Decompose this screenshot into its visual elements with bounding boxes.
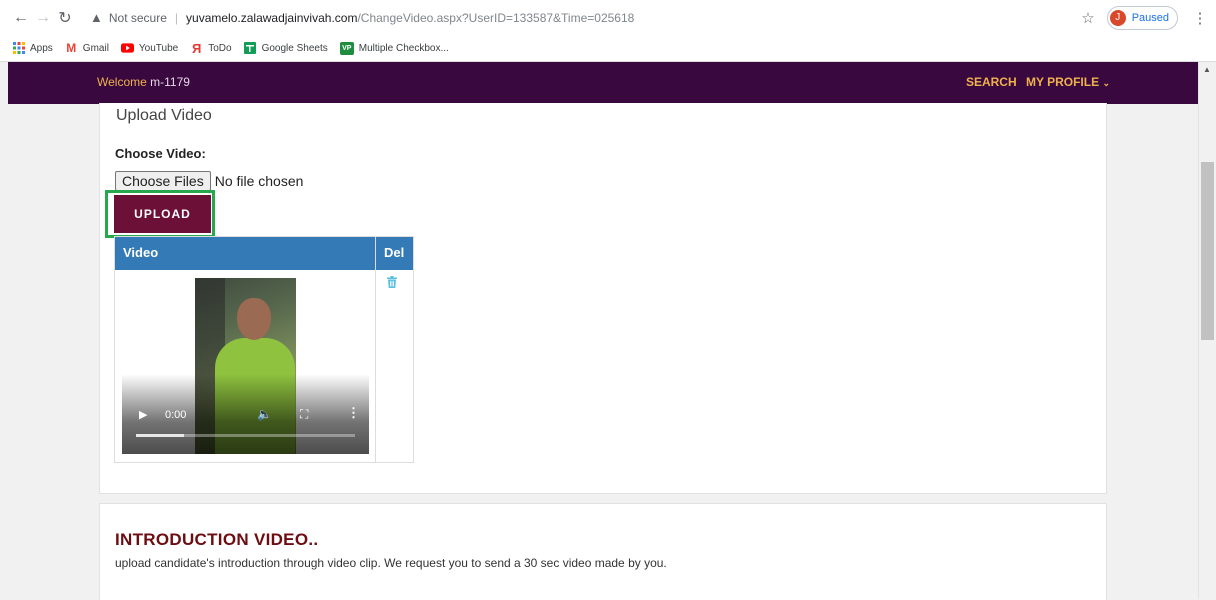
bookmark-label: Google Sheets — [261, 42, 328, 54]
intro-title: INTRODUCTION VIDEO.. — [115, 530, 319, 549]
bookmark-multiple-checkbox[interactable]: VP Multiple Checkbox... — [339, 41, 449, 55]
table-header: Video Del — [115, 237, 413, 270]
bookmark-label: Gmail — [82, 42, 109, 54]
bookmarks-bar: Apps M Gmail YouTube Я ToDo Google Sheet… — [0, 35, 1216, 62]
bookmark-sheets[interactable]: Google Sheets — [244, 42, 328, 55]
video-player[interactable]: ▶ 0:00 🔈 ⛶ ⋮ — [122, 278, 369, 454]
bookmark-label: Multiple Checkbox... — [358, 42, 449, 54]
upload-button[interactable]: UPLOAD — [114, 195, 211, 233]
chevron-down-icon: ⌄ — [1102, 78, 1110, 88]
back-icon[interactable]: ← — [10, 9, 32, 27]
video-table: Video Del ▶ 0:00 🔈 ⛶ ⋮ — [114, 236, 414, 463]
del-cell — [376, 270, 413, 462]
menu-kebab-icon[interactable]: ⋮ — [1190, 9, 1210, 27]
page-scrollbar[interactable]: ▲ — [1198, 62, 1216, 599]
apps-grid-icon — [12, 42, 25, 55]
nav-my-profile-label: MY PROFILE — [1025, 75, 1100, 89]
video-time: 0:00 — [165, 409, 187, 421]
upload-title: Upload Video — [116, 107, 212, 124]
username: m-1179 — [150, 75, 190, 89]
bookmark-todo[interactable]: Я ToDo — [190, 40, 232, 56]
avatar: J — [1109, 9, 1126, 26]
volume-icon[interactable]: 🔈 — [257, 407, 272, 421]
gmail-icon: M — [66, 41, 77, 55]
file-input[interactable]: Choose Files No file chosen — [115, 171, 303, 191]
choose-files-button[interactable]: Choose Files — [115, 171, 211, 191]
upload-video-panel: Upload Video Choose Video: Choose Files … — [99, 103, 1107, 494]
url-path[interactable]: /ChangeVideo.aspx?UserID=133587&Time=025… — [357, 11, 634, 25]
choose-video-label: Choose Video: — [115, 146, 206, 161]
scroll-up-arrow-icon[interactable]: ▲ — [1203, 65, 1211, 74]
youtube-icon — [120, 42, 134, 55]
url-separator: | — [174, 10, 179, 25]
reload-icon[interactable]: ↻ — [54, 8, 76, 28]
bookmark-label: Apps — [30, 42, 53, 54]
fullscreen-icon[interactable]: ⛶ — [300, 407, 308, 422]
nav-search-link[interactable]: SEARCH — [966, 75, 1017, 89]
column-header-del: Del — [384, 245, 405, 260]
bookmark-label: YouTube — [138, 42, 179, 54]
forward-icon[interactable]: → — [32, 9, 54, 27]
video-cell: ▶ 0:00 🔈 ⛶ ⋮ — [115, 270, 377, 462]
trash-icon[interactable] — [387, 276, 398, 288]
warning-icon[interactable]: ▲ — [90, 10, 103, 25]
table-row: ▶ 0:00 🔈 ⛶ ⋮ — [115, 270, 413, 462]
video-progress-fill — [136, 434, 185, 437]
profile-status: Paused — [1131, 11, 1169, 24]
intro-text: upload candidate's introduction through … — [115, 556, 667, 570]
bookmark-gmail[interactable]: M Gmail — [65, 41, 109, 55]
bookmark-youtube[interactable]: YouTube — [120, 42, 179, 55]
video-controls: ▶ 0:00 🔈 ⛶ ⋮ — [122, 374, 369, 454]
column-header-video: Video — [115, 237, 376, 270]
url-host[interactable]: yuvamelo.zalawadjainvivah.com — [186, 11, 357, 25]
welcome-text: Welcome m-1179 — [97, 75, 190, 89]
scrollbar-thumb[interactable] — [1201, 162, 1214, 340]
top-nav: SEARCH MY PROFILE ⌄ — [960, 75, 1110, 89]
security-label[interactable]: Not secure — [109, 11, 167, 25]
browser-toolbar: ← → ↻ ▲ Not secure | yuvamelo.zalawadjai… — [0, 0, 1216, 35]
profile-button[interactable]: J Paused — [1106, 5, 1178, 30]
nav-my-profile-link[interactable]: MY PROFILE ⌄ — [1026, 75, 1110, 89]
bookmark-label: ToDo — [208, 42, 232, 54]
introduction-video-panel: INTRODUCTION VIDEO.. upload candidate's … — [99, 503, 1107, 600]
more-options-icon[interactable]: ⋮ — [347, 405, 360, 421]
file-status: No file chosen — [214, 173, 304, 189]
address-bar[interactable]: ▲ Not secure | yuvamelo.zalawadjainvivah… — [90, 10, 1081, 25]
welcome-label: Welcome — [97, 75, 147, 89]
sheets-icon — [244, 42, 257, 55]
play-icon[interactable]: ▶ — [139, 408, 147, 421]
video-progress-bar[interactable] — [136, 434, 355, 437]
bookmark-apps[interactable]: Apps — [12, 42, 53, 55]
bookmark-star-icon[interactable]: ☆ — [1081, 9, 1094, 27]
vp-icon: VP — [339, 41, 354, 55]
site-header: Welcome m-1179 SEARCH MY PROFILE ⌄ — [8, 62, 1198, 104]
todo-icon: Я — [192, 40, 202, 56]
